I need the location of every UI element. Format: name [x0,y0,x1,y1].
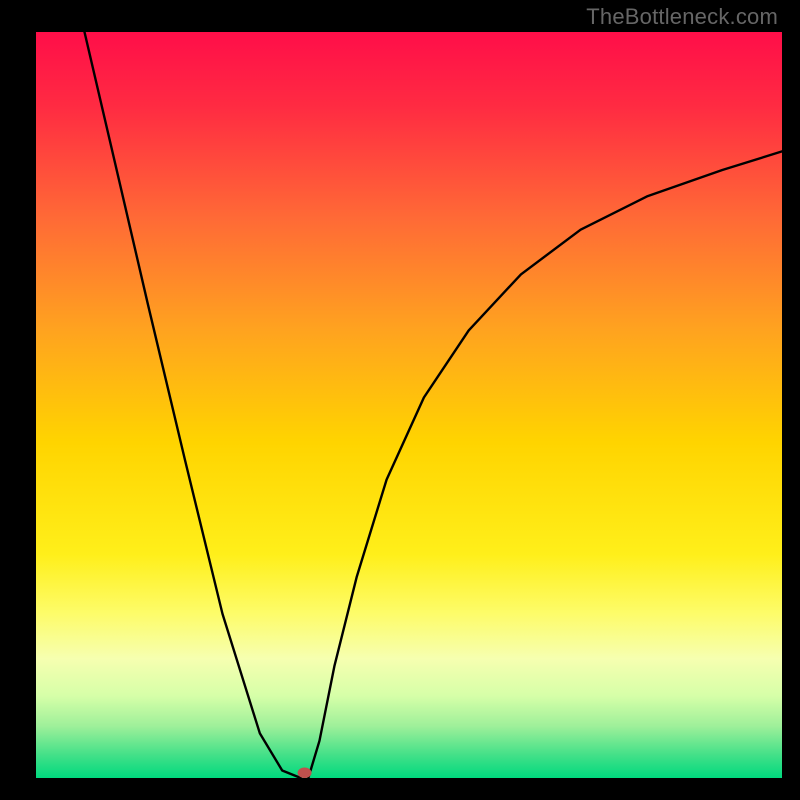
watermark-text: TheBottleneck.com [586,4,778,30]
plot-area [36,32,782,778]
chart-frame: TheBottleneck.com [0,0,800,800]
minimum-marker [298,768,312,779]
chart-svg [0,0,800,800]
